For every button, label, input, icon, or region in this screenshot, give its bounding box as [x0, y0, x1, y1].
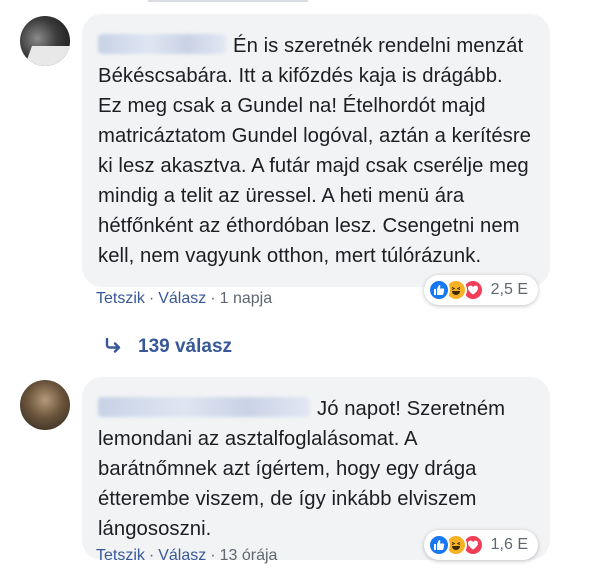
avatar[interactable]: [20, 16, 70, 66]
author-name-blurred[interactable]: [98, 397, 310, 417]
separator-dot: ·: [210, 547, 216, 564]
divider: [148, 0, 308, 2]
comment-actions: Tetszik · Válasz · 13 órája: [96, 547, 277, 565]
separator-dot: ·: [148, 290, 155, 307]
avatar[interactable]: [20, 380, 70, 430]
comment-time[interactable]: 13 órája: [220, 547, 278, 564]
like-icon: [427, 279, 450, 301]
like-link[interactable]: Tetszik: [96, 547, 145, 564]
reply-link[interactable]: Válasz: [158, 290, 206, 307]
like-icon: [427, 534, 450, 556]
reply-link[interactable]: Válasz: [158, 547, 206, 564]
comment-bubble: Én is szeretnék rendelni menzát Békéscsa…: [82, 14, 550, 287]
reactions-summary[interactable]: 1,6 E: [423, 530, 538, 560]
view-replies[interactable]: 139 válasz: [104, 336, 232, 358]
reactions-summary[interactable]: 2,5 E: [423, 275, 538, 305]
reply-arrow-icon: [104, 337, 124, 358]
reaction-count: 1,6 E: [490, 536, 528, 553]
separator-dot: ·: [148, 547, 155, 564]
reaction-count: 2,5 E: [490, 281, 528, 298]
replies-count-link[interactable]: 139 válasz: [138, 336, 232, 358]
like-link[interactable]: Tetszik: [96, 290, 145, 307]
comment-text: Én is szeretnék rendelni menzát Békéscsa…: [98, 35, 531, 267]
comment-text: Jó napot! Szeretném lemondani az asztalf…: [98, 398, 506, 540]
author-name-blurred[interactable]: [98, 34, 226, 54]
comment-actions: Tetszik · Válasz · 1 napja: [96, 290, 272, 308]
comment-time[interactable]: 1 napja: [220, 290, 273, 307]
separator-dot: ·: [210, 290, 216, 307]
